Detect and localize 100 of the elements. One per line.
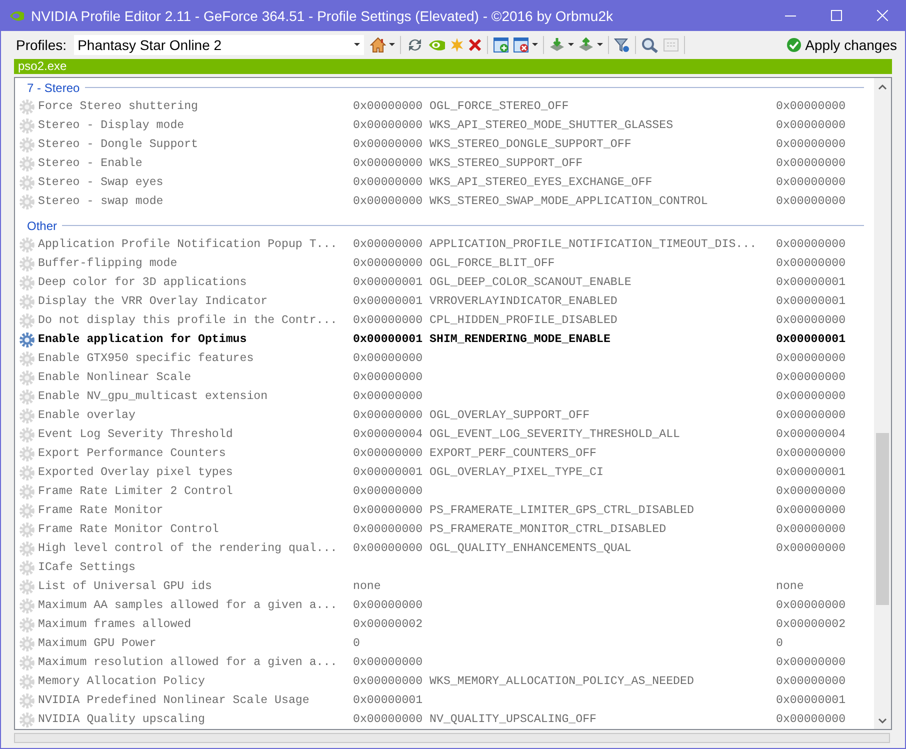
caret-icon[interactable] xyxy=(532,43,538,46)
setting-value: 0x00000001 OGL_OVERLAY_PIXEL_TYPE_CI xyxy=(353,466,604,479)
setting-name: Frame Rate Monitor xyxy=(38,504,164,517)
group-header[interactable]: 7 - Stereo xyxy=(27,80,80,94)
setting-row[interactable]: Event Log Severity Threshold 0x00000004 OGL_EVENT_LOG_SEVERITY_THRESHOLD_ALL 0x00000004 xyxy=(15,425,874,444)
default-value: 0x00000000 xyxy=(776,371,847,384)
setting-row[interactable]: Application Profile Notification Popup T... 0x00000000 APPLICATION_PROFILE_NOTIFICATION_TIMEOUT_DIS... 0x00000000 xyxy=(15,235,874,254)
setting-row[interactable]: Memory Allocation Policy 0x00000000 WKS_MEMORY_ALLOCATION_POLICY_AS_NEEDED 0x00000000 xyxy=(15,672,874,691)
gear-icon xyxy=(18,408,34,424)
default-value: 0x00000000 xyxy=(776,504,847,517)
gear-icon xyxy=(18,388,34,404)
setting-row[interactable]: Exported Overlay pixel types 0x00000001 OGL_OVERLAY_PIXEL_TYPE_CI 0x00000001 xyxy=(15,463,874,482)
setting-row[interactable]: Maximum GPU Power 0 0 xyxy=(15,634,874,653)
setting-row[interactable]: Enable GTX950 specific features 0x00000000 0x00000000 xyxy=(15,349,874,368)
setting-row[interactable]: Enable Nonlinear Scale 0x00000000 0x00000000 xyxy=(15,368,874,387)
setting-value: 0x00000001 VRROVERLAYINDICATOR_ENABLED xyxy=(353,295,618,308)
setting-row[interactable]: Stereo - swap mode 0x00000000 WKS_STEREO_SWAP_MODE_APPLICATION_CONTROL 0x00000000 xyxy=(15,192,874,211)
setting-row[interactable]: Stereo - Display mode 0x00000000 WKS_API_STEREO_MODE_SHUTTER_GLASSES 0x00000000 xyxy=(15,116,874,135)
default-value: 0x00000000 xyxy=(776,238,847,251)
setting-row[interactable]: Enable overlay 0x00000000 OGL_OVERLAY_SUPPORT_OFF 0x00000000 xyxy=(15,406,874,425)
gear-icon xyxy=(18,674,34,690)
default-value: 0 xyxy=(776,637,784,650)
default-value: 0x00000000 xyxy=(776,599,847,612)
scrollbar-thumb[interactable] xyxy=(876,433,889,605)
setting-row[interactable]: Stereo - Swap eyes 0x00000000 WKS_API_STEREO_EYES_EXCHANGE_OFF 0x00000000 xyxy=(15,173,874,192)
app-logo-icon xyxy=(9,10,25,22)
arrow-up-icon xyxy=(578,36,594,52)
setting-row[interactable]: Display the VRR Overlay Indicator 0x00000001 VRROVERLAYINDICATOR_ENABLED 0x00000001 xyxy=(15,292,874,311)
horizontal-scrollbar[interactable] xyxy=(14,733,890,743)
gear-icon xyxy=(18,540,34,556)
gear-icon xyxy=(18,502,34,518)
setting-name: Display the VRR Overlay Indicator xyxy=(38,295,269,308)
keyboard-icon xyxy=(662,38,679,52)
setting-name: Maximum GPU Power xyxy=(38,637,158,650)
setting-name: Deep color for 3D applications xyxy=(38,276,248,289)
setting-row[interactable]: Frame Rate Monitor Control 0x00000000 PS_FRAMERATE_MONITOR_CTRL_DISABLED 0x00000000 xyxy=(15,520,874,539)
setting-row[interactable]: Maximum resolution allowed for a given a... 0x00000000 0x00000000 xyxy=(15,653,874,672)
eye-icon xyxy=(428,38,446,52)
setting-row[interactable]: High level control of the rendering qual... 0x00000000 OGL_QUALITY_ENHANCEMENTS_QUAL 0x00000000 xyxy=(15,539,874,558)
setting-value: 0x00000000 xyxy=(353,656,424,669)
gear-icon xyxy=(18,174,34,190)
setting-value: 0x00000001 SHIM_RENDERING_MODE_ENABLE xyxy=(353,333,612,346)
setting-name: Application Profile Notification Popup T... xyxy=(38,238,338,251)
apply-changes-button[interactable]: Apply changes xyxy=(786,36,897,52)
search-icon xyxy=(640,36,659,52)
setting-value: 0x00000000 xyxy=(353,352,424,365)
setting-value: 0x00000000 CPL_HIDDEN_PROFILE_DISABLED xyxy=(353,314,618,327)
setting-row[interactable]: Stereo - Dongle Support 0x00000000 WKS_STEREO_DONGLE_SUPPORT_OFF 0x00000000 xyxy=(15,135,874,154)
setting-name: Memory Allocation Policy xyxy=(38,675,206,688)
setting-row[interactable]: Frame Rate Limiter 2 Control 0x00000000 0x00000000 xyxy=(15,482,874,501)
setting-value: 0x00000000 EXPORT_PERF_COUNTERS_OFF xyxy=(353,447,598,460)
setting-row[interactable]: ICafe Settings xyxy=(15,558,874,577)
gear-icon xyxy=(18,256,34,272)
setting-row[interactable]: Deep color for 3D applications 0x00000001 OGL_DEEP_COLOR_SCANOUT_ENABLE 0x00000001 xyxy=(15,273,874,292)
group-header[interactable]: Other xyxy=(27,218,58,232)
setting-row[interactable]: Force Stereo shuttering 0x00000000 OGL_FORCE_STEREO_OFF 0x00000000 xyxy=(15,97,874,116)
setting-value: 0x00000000 WKS_STEREO_SUPPORT_OFF xyxy=(353,157,584,170)
caret-icon[interactable] xyxy=(388,43,395,46)
setting-name: Frame Rate Monitor Control xyxy=(38,523,220,536)
setting-row[interactable]: Maximum AA samples allowed for a given a... 0x00000000 0x00000000 xyxy=(15,596,874,615)
setting-name: Stereo - Dongle Support xyxy=(38,138,200,151)
default-value: 0x00000000 xyxy=(776,138,847,151)
setting-name: NVIDIA Predefined Nonlinear Scale Usage xyxy=(38,694,310,707)
setting-value: 0x00000000 OGL_QUALITY_ENHANCEMENTS_QUAL xyxy=(353,542,632,555)
gear-icon xyxy=(18,236,34,252)
gear-icon xyxy=(18,312,34,328)
setting-row[interactable]: Enable application for Optimus 0x00000001 SHIM_RENDERING_MODE_ENABLE 0x00000001 xyxy=(15,330,874,349)
setting-name: High level control of the rendering qual... xyxy=(38,542,338,555)
setting-row[interactable]: Do not display this profile in the Contr... 0x00000000 CPL_HIDDEN_PROFILE_DISABLED 0x00000000 xyxy=(15,311,874,330)
vertical-scrollbar[interactable] xyxy=(874,78,891,729)
setting-value: 0x00000000 NV_QUALITY_UPSCALING_OFF xyxy=(353,713,598,726)
house-icon xyxy=(370,36,386,52)
setting-value: 0x00000000 WKS_STEREO_SWAP_MODE_APPLICATION_CONTROL xyxy=(353,195,709,208)
setting-name: Maximum frames allowed xyxy=(38,618,192,631)
setting-row[interactable]: Maximum frames allowed 0x00000002 0x00000002 xyxy=(15,615,874,634)
setting-row[interactable]: Export Performance Counters 0x00000000 EXPORT_PERF_COUNTERS_OFF 0x00000000 xyxy=(15,444,874,463)
default-value: 0x00000000 xyxy=(776,542,847,555)
default-value: 0x00000000 xyxy=(776,675,847,688)
setting-name: NVIDIA Quality upscaling xyxy=(38,713,206,726)
profile-dropdown[interactable]: Phantasy Star Online 2 xyxy=(74,34,364,54)
setting-name: Enable application for Optimus xyxy=(38,333,248,346)
gear-icon xyxy=(18,446,34,462)
setting-value: 0 xyxy=(353,637,361,650)
setting-value: 0x00000000 xyxy=(353,390,424,403)
setting-row[interactable]: NVIDIA Predefined Nonlinear Scale Usage 0x00000001 0x00000001 xyxy=(15,691,874,710)
gear-icon xyxy=(18,654,34,670)
default-value: 0x00000001 xyxy=(776,466,847,479)
setting-row[interactable]: Enable NV_gpu_multicast extension 0x00000000 0x00000000 xyxy=(15,387,874,406)
setting-row[interactable]: Buffer-flipping mode 0x00000000 OGL_FORCE_BLIT_OFF 0x00000000 xyxy=(15,254,874,273)
setting-name: Maximum resolution allowed for a given a... xyxy=(38,656,338,669)
setting-row[interactable]: Stereo - Enable 0x00000000 WKS_STEREO_SUPPORT_OFF 0x00000000 xyxy=(15,154,874,173)
setting-row[interactable]: NVIDIA Quality upscaling 0x00000000 NV_QUALITY_UPSCALING_OFF 0x00000000 xyxy=(15,710,874,729)
profiles-label: Profiles: xyxy=(16,36,67,52)
setting-row[interactable]: List of Universal GPU ids none none xyxy=(15,577,874,596)
caret-icon[interactable] xyxy=(596,43,603,46)
close-icon xyxy=(876,10,888,21)
setting-row[interactable]: Frame Rate Monitor 0x00000000 PS_FRAMERATE_LIMITER_GPS_CTRL_DISABLED 0x00000000 xyxy=(15,501,874,520)
setting-value: 0x00000000 xyxy=(353,485,424,498)
caret-icon[interactable] xyxy=(568,43,574,46)
default-value: 0x00000000 xyxy=(776,352,847,365)
